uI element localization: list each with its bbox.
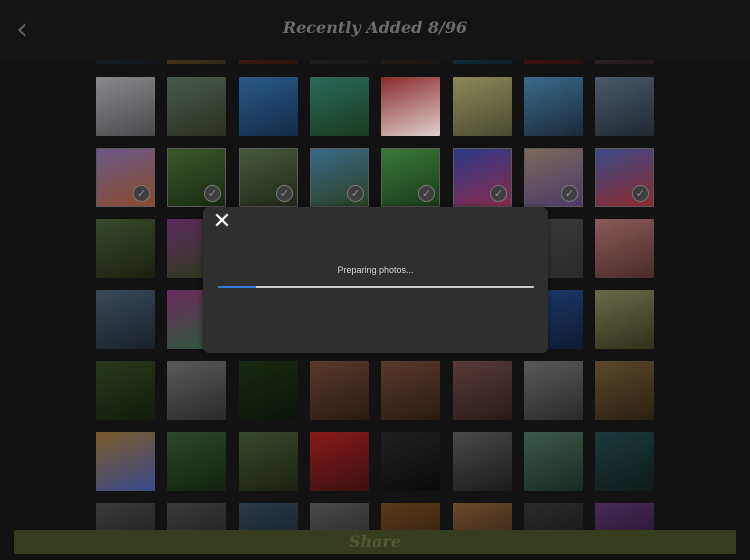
album-title: Recently Added 8/96 [282, 18, 468, 37]
checkmark-icon: ✓ [347, 185, 364, 202]
photo-thumbnail[interactable] [96, 77, 155, 136]
photo-thumbnail[interactable] [96, 432, 155, 491]
photo-thumbnail[interactable] [453, 361, 512, 420]
photo-thumbnail[interactable] [595, 290, 654, 349]
photo-thumbnail[interactable] [524, 432, 583, 491]
photo-thumbnail[interactable] [381, 432, 440, 491]
checkmark-icon: ✓ [204, 185, 221, 202]
photo-thumbnail[interactable] [167, 77, 226, 136]
checkmark-icon: ✓ [418, 185, 435, 202]
photo-thumbnail[interactable] [239, 432, 298, 491]
photo-thumbnail[interactable] [595, 361, 654, 420]
progress-bar [218, 286, 534, 288]
photo-thumbnail[interactable] [239, 361, 298, 420]
progress-message: Preparing photos... [337, 265, 414, 275]
photo-thumbnail[interactable] [96, 290, 155, 349]
photo-thumbnail[interactable] [96, 361, 155, 420]
photo-thumbnail[interactable] [167, 361, 226, 420]
photo-thumbnail[interactable] [381, 77, 440, 136]
photo-thumbnail[interactable]: ✓ [310, 148, 369, 207]
photo-thumbnail[interactable] [524, 361, 583, 420]
photo-thumbnail[interactable] [310, 432, 369, 491]
photo-thumbnail[interactable]: ✓ [453, 148, 512, 207]
photo-thumbnail[interactable] [453, 432, 512, 491]
checkmark-icon: ✓ [561, 185, 578, 202]
photo-thumbnail[interactable] [310, 361, 369, 420]
checkmark-icon: ✓ [276, 185, 293, 202]
top-bar: ‹ Recently Added 8/96 [0, 0, 750, 60]
photo-thumbnail[interactable]: ✓ [96, 148, 155, 207]
close-button[interactable]: ✕ [212, 211, 232, 233]
photo-thumbnail[interactable]: ✓ [167, 148, 226, 207]
close-icon: ✕ [212, 209, 232, 234]
photo-thumbnail[interactable]: ✓ [524, 148, 583, 207]
photo-thumbnail[interactable] [239, 77, 298, 136]
photo-thumbnail[interactable] [524, 77, 583, 136]
checkmark-icon: ✓ [490, 185, 507, 202]
photo-thumbnail[interactable]: ✓ [381, 148, 440, 207]
photo-thumbnail[interactable] [453, 77, 512, 136]
photo-thumbnail[interactable] [595, 77, 654, 136]
photo-thumbnail[interactable]: ✓ [239, 148, 298, 207]
share-button[interactable]: Share [14, 530, 736, 554]
photo-thumbnail[interactable] [310, 77, 369, 136]
photo-thumbnail[interactable] [381, 361, 440, 420]
photo-thumbnail[interactable] [595, 432, 654, 491]
progress-bar-fill [218, 286, 256, 288]
progress-dialog: ✕ Preparing photos... [203, 207, 548, 353]
photo-thumbnail[interactable] [96, 219, 155, 278]
photo-thumbnail[interactable] [167, 432, 226, 491]
checkmark-icon: ✓ [632, 185, 649, 202]
photo-thumbnail[interactable]: ✓ [595, 148, 654, 207]
photo-thumbnail[interactable] [595, 219, 654, 278]
checkmark-icon: ✓ [133, 185, 150, 202]
